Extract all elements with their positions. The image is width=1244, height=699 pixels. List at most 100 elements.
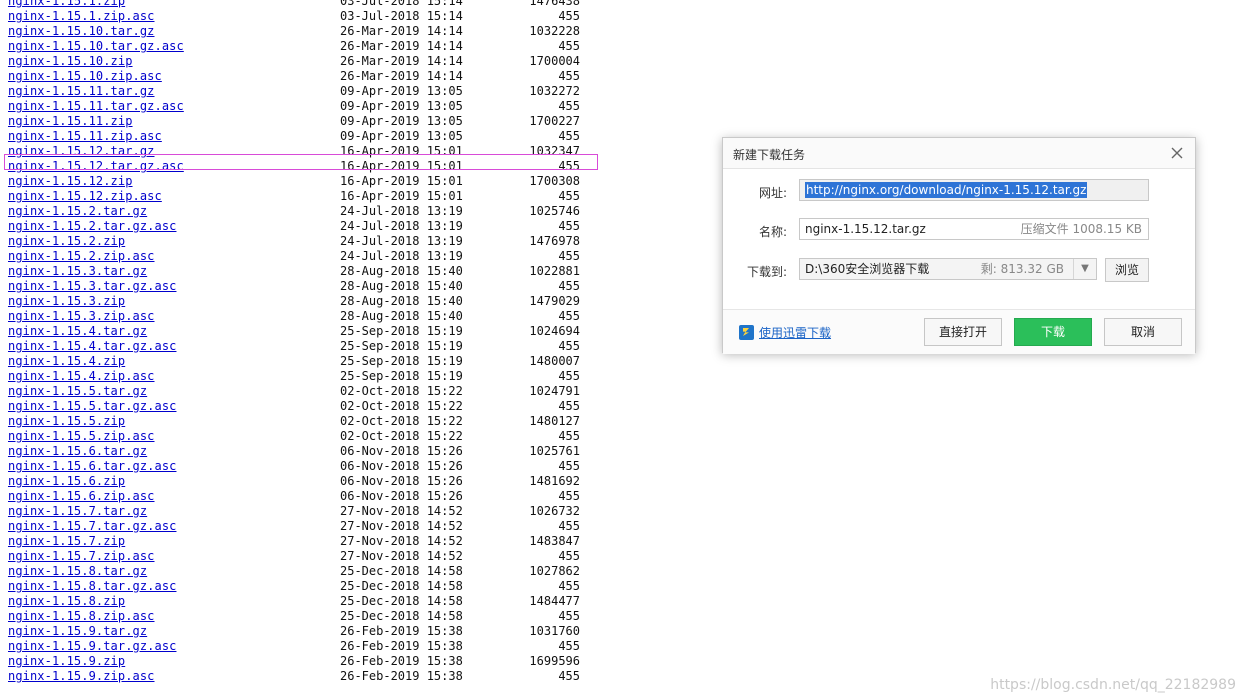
file-link[interactable]: nginx-1.15.6.tar.gz — [8, 444, 147, 459]
file-size: 455 — [558, 339, 580, 353]
download-button[interactable]: 下载 — [1014, 318, 1092, 346]
file-date: 27-Nov-2018 14:52 — [340, 534, 463, 548]
file-link[interactable]: nginx-1.15.11.zip — [8, 114, 133, 129]
file-link[interactable]: nginx-1.15.6.zip — [8, 474, 125, 489]
file-link[interactable]: nginx-1.15.2.zip.asc — [8, 249, 155, 264]
file-link[interactable]: nginx-1.15.7.tar.gz.asc — [8, 519, 176, 534]
file-link[interactable]: nginx-1.15.11.zip.asc — [8, 129, 162, 144]
file-link[interactable]: nginx-1.15.12.zip.asc — [8, 189, 162, 204]
file-link[interactable]: nginx-1.15.3.tar.gz — [8, 264, 147, 279]
file-date: 26-Mar-2019 14:14 — [340, 54, 463, 68]
close-icon[interactable] — [1169, 145, 1185, 161]
file-size: 1481692 — [529, 474, 580, 488]
file-link[interactable]: nginx-1.15.5.tar.gz — [8, 384, 147, 399]
file-size: 455 — [558, 369, 580, 383]
file-date: 03-Jul-2018 15:14 — [340, 9, 463, 23]
file-size: 455 — [558, 129, 580, 143]
browse-button[interactable]: 浏览 — [1105, 258, 1149, 282]
file-link[interactable]: nginx-1.15.12.tar.gz.asc — [8, 159, 184, 174]
file-date: 02-Oct-2018 15:22 — [340, 399, 463, 413]
file-link[interactable]: nginx-1.15.7.zip.asc — [8, 549, 155, 564]
listing-row: nginx-1.15.12.zip 16-Apr-2019 15:01 170030… — [0, 174, 700, 189]
file-link[interactable]: nginx-1.15.7.tar.gz — [8, 504, 147, 519]
listing-row: nginx-1.15.3.tar.gz 28-Aug-2018 15:40 1022… — [0, 264, 700, 279]
file-link[interactable]: nginx-1.15.4.tar.gz — [8, 324, 147, 339]
file-link[interactable]: nginx-1.15.4.zip.asc — [8, 369, 155, 384]
file-link[interactable]: nginx-1.15.3.tar.gz.asc — [8, 279, 176, 294]
file-size: 455 — [558, 189, 580, 203]
file-size: 455 — [558, 399, 580, 413]
file-date: 26-Feb-2019 15:38 — [340, 654, 463, 668]
listing-row: nginx-1.15.6.tar.gz 06-Nov-2018 15:26 1025… — [0, 444, 700, 459]
file-link[interactable]: nginx-1.15.4.zip — [8, 354, 125, 369]
file-link[interactable]: nginx-1.15.10.tar.gz — [8, 24, 155, 39]
file-size: 455 — [558, 579, 580, 593]
file-link[interactable]: nginx-1.15.1.zip — [8, 0, 125, 9]
file-link[interactable]: nginx-1.15.4.tar.gz.asc — [8, 339, 176, 354]
file-size: 455 — [558, 489, 580, 503]
file-date: 26-Mar-2019 14:14 — [340, 69, 463, 83]
path-label: 下载到: — [746, 265, 787, 279]
cancel-button[interactable]: 取消 — [1104, 318, 1182, 346]
file-date: 25-Dec-2018 14:58 — [340, 579, 463, 593]
file-link[interactable]: nginx-1.15.9.zip.asc — [8, 669, 155, 684]
filename-field[interactable]: nginx-1.15.12.tar.gz 压缩文件 1008.15 KB — [799, 218, 1149, 240]
open-directly-button[interactable]: 直接打开 — [924, 318, 1002, 346]
file-link[interactable]: nginx-1.15.12.tar.gz — [8, 144, 155, 159]
listing-row: nginx-1.15.6.tar.gz.asc 06-Nov-2018 15:26… — [0, 459, 700, 474]
file-link[interactable]: nginx-1.15.12.zip — [8, 174, 133, 189]
listing-row: nginx-1.15.5.zip.asc 02-Oct-2018 15:22 455 — [0, 429, 700, 444]
listing-row: nginx-1.15.2.zip.asc 24-Jul-2018 13:19 455 — [0, 249, 700, 264]
listing-row: nginx-1.15.11.zip.asc 09-Apr-2019 13:05 45… — [0, 129, 700, 144]
file-link[interactable]: nginx-1.15.10.zip.asc — [8, 69, 162, 84]
file-link[interactable]: nginx-1.15.8.zip.asc — [8, 609, 155, 624]
file-link[interactable]: nginx-1.15.9.tar.gz — [8, 624, 147, 639]
use-xunlei-label: 使用迅雷下载 — [759, 326, 832, 340]
file-date: 09-Apr-2019 13:05 — [340, 114, 463, 128]
file-date: 28-Aug-2018 15:40 — [340, 294, 463, 308]
file-link[interactable]: nginx-1.15.10.tar.gz.asc — [8, 39, 184, 54]
save-path-select[interactable]: D:\360安全浏览器下载 剩: 813.32 GB ▼ — [799, 258, 1097, 280]
file-size: 1025746 — [529, 204, 580, 218]
file-link[interactable]: nginx-1.15.11.tar.gz — [8, 84, 155, 99]
listing-row: nginx-1.15.8.tar.gz 25-Dec-2018 14:58 1027… — [0, 564, 700, 579]
file-size: 1480127 — [529, 414, 580, 428]
file-size: 1026732 — [529, 504, 580, 518]
file-link[interactable]: nginx-1.15.5.zip — [8, 414, 125, 429]
file-date: 28-Aug-2018 15:40 — [340, 309, 463, 323]
file-link[interactable]: nginx-1.15.8.zip — [8, 594, 125, 609]
file-size: 455 — [558, 639, 580, 653]
file-link[interactable]: nginx-1.15.8.tar.gz — [8, 564, 147, 579]
file-link[interactable]: nginx-1.15.2.tar.gz.asc — [8, 219, 176, 234]
file-link[interactable]: nginx-1.15.7.zip — [8, 534, 125, 549]
file-link[interactable]: nginx-1.15.5.zip.asc — [8, 429, 155, 444]
listing-row: nginx-1.15.2.tar.gz 24-Jul-2018 13:19 1025… — [0, 204, 700, 219]
url-field[interactable]: http://nginx.org/download/nginx-1.15.12.… — [799, 179, 1149, 201]
file-size: 1700227 — [529, 114, 580, 128]
file-link[interactable]: nginx-1.15.3.zip — [8, 294, 125, 309]
listing-row: nginx-1.15.5.tar.gz 02-Oct-2018 15:22 1024… — [0, 384, 700, 399]
filename-value: nginx-1.15.12.tar.gz — [805, 222, 926, 236]
chevron-down-icon[interactable]: ▼ — [1073, 259, 1096, 279]
file-link[interactable]: nginx-1.15.9.zip — [8, 654, 125, 669]
file-date: 16-Apr-2019 15:01 — [340, 189, 463, 203]
file-date: 09-Apr-2019 13:05 — [340, 99, 463, 113]
file-date: 02-Oct-2018 15:22 — [340, 414, 463, 428]
file-link[interactable]: nginx-1.15.9.tar.gz.asc — [8, 639, 176, 654]
file-link[interactable]: nginx-1.15.6.zip.asc — [8, 489, 155, 504]
file-link[interactable]: nginx-1.15.8.tar.gz.asc — [8, 579, 176, 594]
file-link[interactable]: nginx-1.15.6.tar.gz.asc — [8, 459, 176, 474]
file-link[interactable]: nginx-1.15.2.zip — [8, 234, 125, 249]
file-size: 1476438 — [529, 0, 580, 8]
file-link[interactable]: nginx-1.15.5.tar.gz.asc — [8, 399, 176, 414]
use-xunlei-link[interactable]: 使用迅雷下载 — [739, 324, 831, 341]
file-link[interactable]: nginx-1.15.3.zip.asc — [8, 309, 155, 324]
file-link[interactable]: nginx-1.15.10.zip — [8, 54, 133, 69]
file-link[interactable]: nginx-1.15.1.zip.asc — [8, 9, 155, 24]
url-label: 网址: — [758, 186, 787, 200]
listing-row: nginx-1.15.4.zip.asc 25-Sep-2018 15:19 455 — [0, 369, 700, 384]
file-size-info: 压缩文件 1008.15 KB — [1020, 222, 1142, 236]
file-link[interactable]: nginx-1.15.2.tar.gz — [8, 204, 147, 219]
file-size: 1024694 — [529, 324, 580, 338]
file-link[interactable]: nginx-1.15.11.tar.gz.asc — [8, 99, 184, 114]
